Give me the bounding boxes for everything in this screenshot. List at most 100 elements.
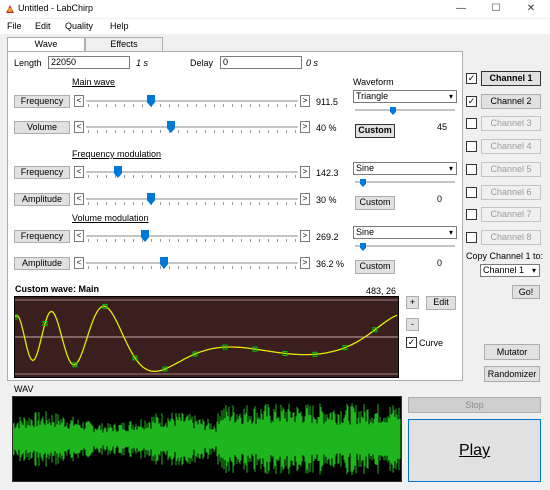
channel-checkbox[interactable]: ✓ xyxy=(466,95,477,107)
wav-waveform xyxy=(12,403,401,475)
channel-button[interactable]: Channel 2 xyxy=(481,93,541,109)
chevron-right-icon: > xyxy=(302,96,308,105)
slider-track[interactable] xyxy=(86,121,298,133)
delay-unit: 0 s xyxy=(306,58,319,68)
chevron-left-icon: < xyxy=(76,258,82,267)
slider-left-arrow[interactable]: < xyxy=(74,166,84,178)
tab-wave[interactable]: Wave xyxy=(7,37,85,52)
menu-file[interactable]: File xyxy=(7,21,22,31)
custom-waveform-button[interactable]: Custom xyxy=(355,196,395,210)
check-icon: ✓ xyxy=(467,73,476,83)
slider-right-arrow[interactable]: > xyxy=(300,230,310,242)
waveform-label: Waveform xyxy=(353,77,394,87)
copy-channel-select[interactable]: Channel 1 ▾ xyxy=(480,264,540,277)
channel-checkbox[interactable] xyxy=(466,186,477,198)
slider-button[interactable]: Volume xyxy=(14,121,70,134)
slider-left-arrow[interactable]: < xyxy=(74,193,84,205)
waveform-param-slider[interactable] xyxy=(355,107,455,115)
slider-value: 40 % xyxy=(316,123,337,133)
waveform-select[interactable]: Sine ▾ xyxy=(353,226,457,239)
tab-effects[interactable]: Effects xyxy=(85,37,163,51)
slider-button[interactable]: Amplitude xyxy=(14,257,70,270)
menu-help[interactable]: Help xyxy=(110,21,129,31)
slider-button[interactable]: Amplitude xyxy=(14,193,70,206)
slider-left-arrow[interactable]: < xyxy=(74,230,84,242)
custom-wave-editor[interactable] xyxy=(12,296,399,378)
chevron-down-icon: ▾ xyxy=(448,228,453,237)
waveform-param-value: 0 xyxy=(437,258,443,268)
chevron-left-icon: < xyxy=(76,96,82,105)
channel-checkbox[interactable] xyxy=(466,209,477,221)
slider-right-arrow[interactable]: > xyxy=(300,95,310,107)
channel-checkbox[interactable] xyxy=(466,163,477,175)
custom-waveform-button[interactable]: Custom xyxy=(355,260,395,274)
slider-right-arrow[interactable]: > xyxy=(300,257,310,269)
slider-left-arrow[interactable]: < xyxy=(74,95,84,107)
minimize-button[interactable]: — xyxy=(446,0,476,18)
slider-value: 30 % xyxy=(316,195,337,205)
menu-bar: File Edit Quality Help xyxy=(0,19,550,34)
waveform-param-slider[interactable] xyxy=(355,179,455,187)
waveform-select[interactable]: Sine ▾ xyxy=(353,162,457,175)
mutator-button[interactable]: Mutator xyxy=(484,344,540,360)
channel-checkbox[interactable]: ✓ xyxy=(466,73,477,84)
slider-right-arrow[interactable]: > xyxy=(300,193,310,205)
maximize-button[interactable]: ☐ xyxy=(481,0,511,18)
custom-wave-title: Custom wave: Main xyxy=(15,284,100,294)
channel-button[interactable]: Channel 5 xyxy=(481,161,541,177)
edit-button[interactable]: Edit xyxy=(426,296,456,310)
channel-button[interactable]: Channel 4 xyxy=(481,139,541,155)
slider-right-arrow[interactable]: > xyxy=(300,121,310,133)
go-button[interactable]: Go! xyxy=(512,285,540,299)
channel-button[interactable]: Channel 3 xyxy=(481,116,541,132)
plus-button[interactable]: + xyxy=(406,296,419,309)
waveform-param-slider[interactable] xyxy=(355,243,455,251)
curve-checkbox[interactable]: ✓ xyxy=(406,337,417,348)
channel-button[interactable]: Channel 6 xyxy=(481,184,541,200)
chevron-down-icon: ▾ xyxy=(448,164,453,173)
channel-button[interactable]: Channel 8 xyxy=(481,229,541,245)
length-input[interactable]: 22050 xyxy=(48,56,130,69)
slider-track[interactable] xyxy=(86,230,298,242)
slider-track[interactable] xyxy=(86,95,298,107)
play-button[interactable]: Play xyxy=(408,419,541,482)
delay-input[interactable]: 0 xyxy=(220,56,302,69)
chevron-left-icon: < xyxy=(76,122,82,131)
stop-button[interactable]: Stop xyxy=(408,397,541,413)
slider-track[interactable] xyxy=(86,257,298,269)
slider-button[interactable]: Frequency xyxy=(14,166,70,179)
slider-track[interactable] xyxy=(86,166,298,178)
menu-quality[interactable]: Quality xyxy=(65,21,93,31)
slider-left-arrow[interactable]: < xyxy=(74,257,84,269)
channel-checkbox[interactable] xyxy=(466,141,477,153)
minus-button[interactable]: - xyxy=(406,318,419,331)
randomizer-button[interactable]: Randomizer xyxy=(484,366,540,382)
channel-checkbox[interactable] xyxy=(466,231,477,243)
title-bar: Untitled - LabChirp — ☐ ✕ xyxy=(0,0,550,18)
chevron-right-icon: > xyxy=(302,258,308,267)
menu-edit[interactable]: Edit xyxy=(35,21,51,31)
custom-wave-coords: 483, 26 xyxy=(366,286,397,296)
chevron-right-icon: > xyxy=(302,194,308,203)
slider-track[interactable] xyxy=(86,193,298,205)
curve-label: Curve xyxy=(419,338,444,348)
slider-button[interactable]: Frequency xyxy=(14,95,70,108)
length-unit: 1 s xyxy=(136,58,149,68)
play-label: Play xyxy=(458,442,491,459)
custom-wave-plot[interactable] xyxy=(12,297,398,377)
slider-value: 142.3 xyxy=(316,168,339,178)
channel-button[interactable]: Channel 1 xyxy=(481,71,541,86)
custom-waveform-button[interactable]: Custom xyxy=(355,124,395,138)
waveform-select-value: Sine xyxy=(356,163,375,173)
chevron-right-icon: > xyxy=(302,122,308,131)
slider-right-arrow[interactable]: > xyxy=(300,166,310,178)
waveform-select[interactable]: Triangle ▾ xyxy=(353,90,457,103)
check-icon: ✓ xyxy=(467,95,476,106)
slider-left-arrow[interactable]: < xyxy=(74,121,84,133)
slider-button[interactable]: Frequency xyxy=(14,230,70,243)
channel-button[interactable]: Channel 7 xyxy=(481,207,541,223)
slider-value: 36.2 % xyxy=(316,259,345,269)
channel-checkbox[interactable] xyxy=(466,118,477,130)
waveform-param-value: 0 xyxy=(437,194,443,204)
close-button[interactable]: ✕ xyxy=(516,0,546,18)
